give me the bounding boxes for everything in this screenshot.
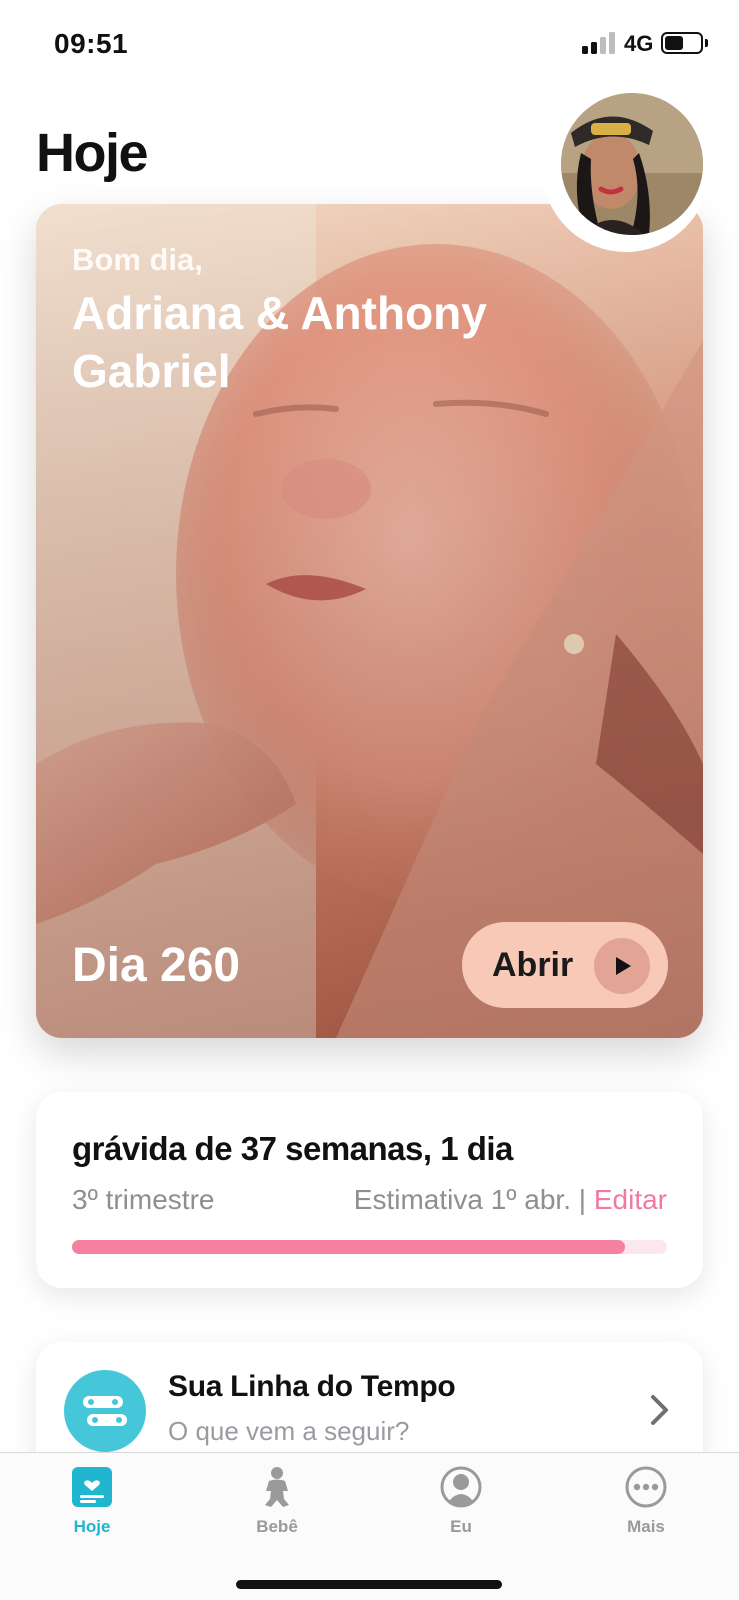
battery-icon bbox=[661, 32, 703, 54]
network-type: 4G bbox=[624, 31, 654, 56]
tab-bebe[interactable]: Bebê bbox=[207, 1453, 347, 1553]
profile-icon bbox=[440, 1466, 482, 1508]
tab-label: Mais bbox=[627, 1517, 665, 1536]
tab-hoje[interactable]: Hoje bbox=[22, 1453, 162, 1553]
tab-label: Bebê bbox=[256, 1517, 298, 1536]
estimate-separator: | bbox=[578, 1184, 587, 1215]
tab-bar: Hoje Bebê Eu Mais bbox=[0, 1452, 739, 1600]
daily-hero-card[interactable]: Bom dia, Adriana & Anthony Gabriel Dia 2… bbox=[36, 204, 703, 1038]
timeline-subtitle: O que vem a seguir? bbox=[168, 1416, 410, 1446]
chevron-right-icon bbox=[651, 1395, 668, 1425]
pregnancy-week-title: grávida de 37 semanas, 1 dia bbox=[72, 1130, 513, 1167]
page-title: Hoje bbox=[36, 123, 149, 183]
avatar[interactable] bbox=[561, 93, 703, 235]
pregnancy-progress-card[interactable]: grávida de 37 semanas, 1 dia 3º trimestr… bbox=[36, 1092, 703, 1288]
open-button-label: Abrir bbox=[492, 946, 574, 984]
status-bar: 09:51 4G bbox=[0, 0, 739, 90]
open-button[interactable]: Abrir bbox=[462, 922, 668, 1008]
status-time: 09:51 bbox=[54, 28, 129, 59]
pregnancy-progress-fill bbox=[72, 1240, 626, 1254]
tab-mais[interactable]: Mais bbox=[576, 1453, 716, 1553]
more-icon bbox=[625, 1466, 667, 1508]
signal-icon bbox=[582, 32, 618, 54]
timeline-title: Sua Linha do Tempo bbox=[168, 1370, 456, 1403]
tab-eu[interactable]: Eu bbox=[391, 1453, 531, 1553]
due-date-estimate: Estimativa 1º abr. | Editar bbox=[354, 1184, 667, 1216]
day-counter: Dia 260 bbox=[72, 939, 241, 992]
estimate-text: Estimativa 1º abr. bbox=[353, 1184, 571, 1215]
tab-label: Hoje bbox=[73, 1517, 111, 1536]
trimester-label: 3º trimestre bbox=[72, 1184, 215, 1215]
today-icon bbox=[72, 1467, 112, 1507]
battery-tip bbox=[705, 39, 708, 47]
tab-label: Eu bbox=[450, 1517, 472, 1536]
pregnancy-progress-bar bbox=[72, 1240, 667, 1254]
timeline-icon bbox=[64, 1370, 146, 1452]
home-indicator bbox=[236, 1580, 502, 1589]
user-names: Adriana & Anthony Gabriel bbox=[72, 287, 487, 397]
greeting-text: Bom dia, bbox=[72, 242, 203, 277]
play-icon bbox=[594, 938, 650, 994]
baby-icon bbox=[265, 1467, 289, 1507]
edit-link[interactable]: Editar bbox=[594, 1184, 667, 1215]
